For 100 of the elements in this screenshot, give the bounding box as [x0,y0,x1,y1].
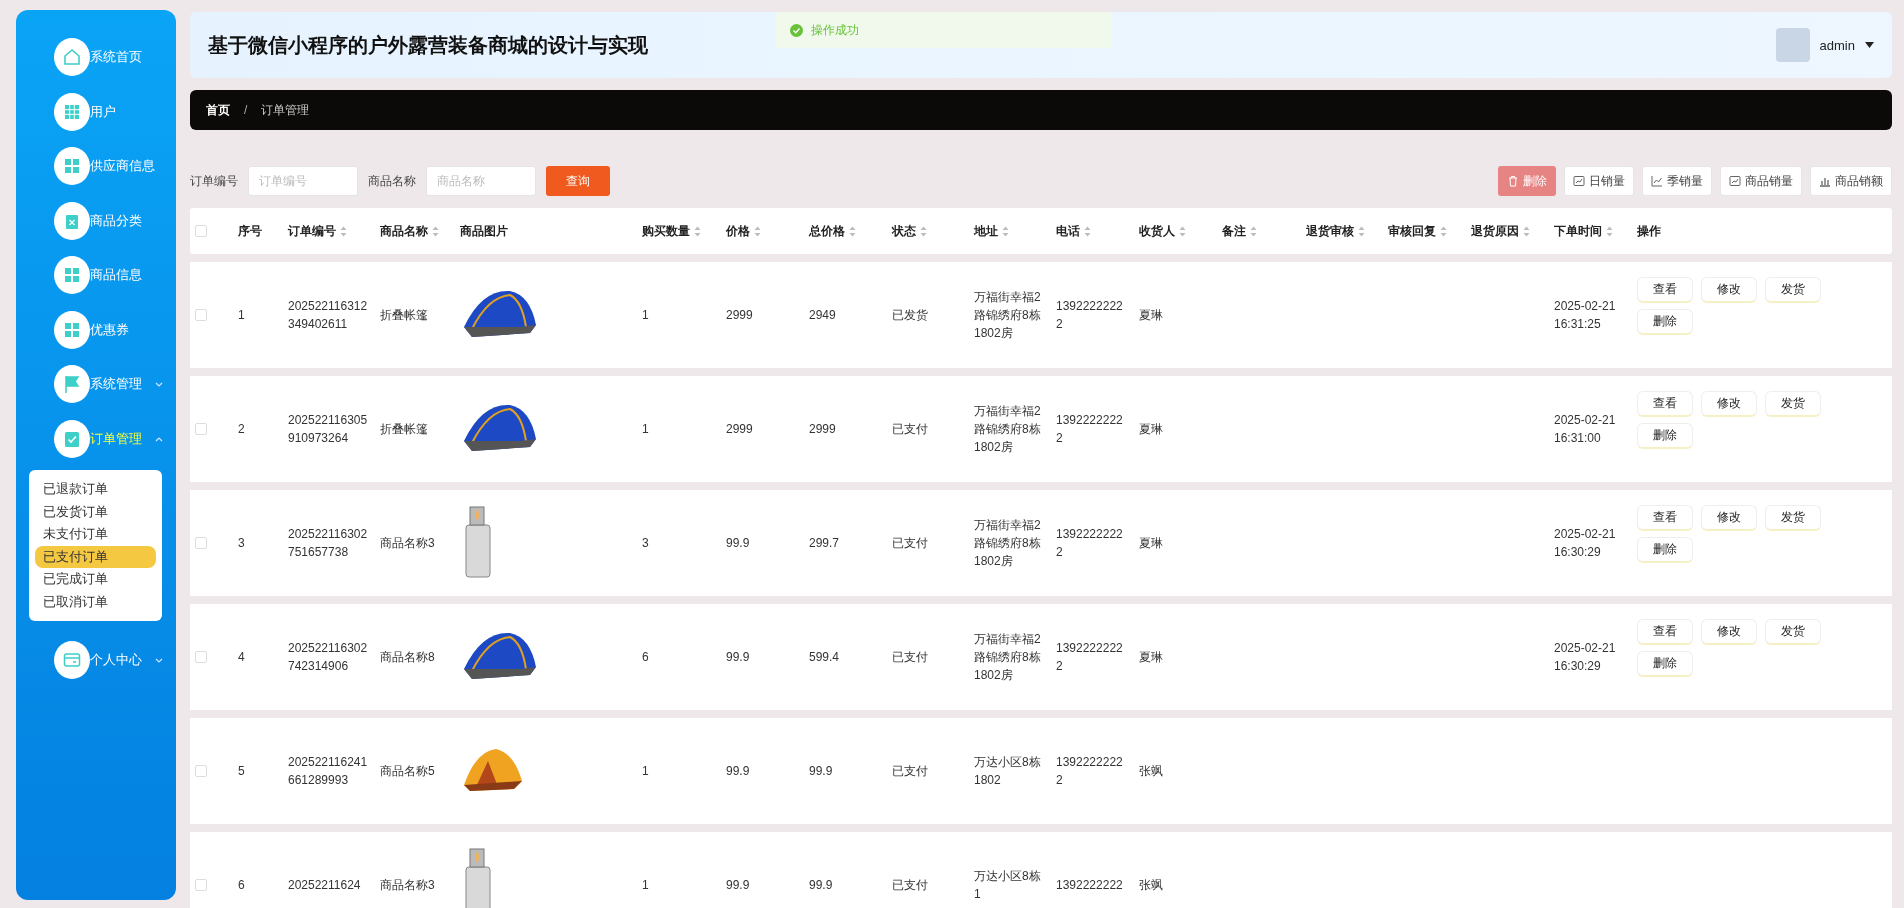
sort-icon[interactable] [1606,225,1613,237]
table-cell-text: 2025-02-21 16:30:29 [1553,640,1617,675]
home-icon [62,47,82,68]
avatar-placeholder [1775,28,1810,62]
action-button[interactable]: 修改 [1701,505,1757,531]
row-checkbox[interactable] [195,309,207,321]
action-button[interactable]: 查看 [1637,505,1693,531]
table-cell-text: 2999 [725,421,754,438]
sidebar-label: 系统首页 [90,48,143,67]
table-cell-text: 99.9 [725,649,751,666]
table-cell-text: 1 [641,307,650,324]
submenu-item[interactable]: 已支付订单 [35,545,156,568]
action-button[interactable]: 删除 [1637,423,1693,449]
submenu-item[interactable]: 已完成订单 [35,568,156,591]
sort-icon[interactable] [1440,225,1447,237]
bar-chart-icon [1819,175,1831,187]
sidebar-label: 订单管理 [90,429,143,448]
action-button[interactable]: 发货 [1765,277,1821,303]
submenu-item[interactable]: 已退款订单 [35,478,156,501]
action-button[interactable]: 查看 [1637,619,1693,645]
action-button[interactable]: 删除 [1637,651,1693,677]
caret-icon[interactable] [1865,42,1874,48]
sort-icon[interactable] [1250,225,1257,237]
row-checkbox[interactable] [195,765,207,777]
row-checkbox[interactable] [195,423,207,435]
sort-icon[interactable] [340,225,347,237]
action-button[interactable]: 查看 [1637,391,1693,417]
sort-icon[interactable] [432,225,439,237]
column-header: 地址 [974,222,998,240]
table-cell-text: 万达小区8栋1802 [973,754,1042,789]
toolbar-button[interactable]: 日销量 [1564,166,1634,196]
table-cell-text: 夏琳 [1138,535,1164,552]
row-checkbox[interactable] [195,879,207,891]
sidebar-item[interactable]: 个人中心 [16,633,176,688]
filter-input[interactable]: 商品名称 [426,166,536,196]
sort-icon[interactable] [694,225,701,237]
select-all-checkbox[interactable] [195,225,207,237]
action-button[interactable]: 修改 [1701,619,1757,645]
table-cell-text: 202522116312349402611 [287,298,369,333]
table-cell-text: 张飒 [1138,763,1164,780]
table-cell-text: 折叠帐篷 [379,307,429,324]
sort-icon[interactable] [1002,225,1009,237]
sort-icon[interactable] [754,225,761,237]
table-cell-text: 202522116241661289993 [287,754,369,789]
action-button[interactable]: 修改 [1701,391,1757,417]
table-cell-text: 商品名称3 [379,535,436,552]
table-cell-text: 6 [237,877,246,894]
sort-icon[interactable] [849,225,856,237]
filter-input[interactable]: 订单编号 [248,166,358,196]
table-cell-text: 2949 [808,307,837,324]
column-header: 商品名称 [380,222,428,240]
submenu-item[interactable]: 已发货订单 [35,500,156,523]
action-button[interactable]: 发货 [1765,391,1821,417]
breadcrumb-link[interactable]: 订单管理 [261,101,310,119]
toolbar-button[interactable]: 季销量 [1642,166,1712,196]
action-button[interactable]: 删除 [1637,309,1693,335]
table-cell-text: 2025-02-21 16:30:29 [1553,526,1617,561]
action-button[interactable]: 删除 [1637,537,1693,563]
toolbar-button[interactable]: 商品销额 [1810,166,1892,196]
sidebar-label: 商品信息 [90,266,143,285]
sort-icon[interactable] [1358,225,1365,237]
table-cell-text: 万福街幸福2路锦绣府8栋1802房 [973,403,1042,456]
flag-icon [62,374,82,395]
table-cell-text: 万福街幸福2路锦绣府8栋1802房 [973,631,1042,684]
trash-icon [1507,175,1519,187]
action-button[interactable]: 发货 [1765,505,1821,531]
action-button[interactable]: 查看 [1637,277,1693,303]
row-checkbox[interactable] [195,537,207,549]
row-checkbox[interactable] [195,651,207,663]
table-cell-text: 万福街幸福2路锦绣府8栋1802房 [973,517,1042,570]
table-cell-text: 1 [641,763,650,780]
submenu-item[interactable]: 未支付订单 [35,523,156,546]
table-cell-text: 已发货 [891,307,929,324]
check-circle-icon [790,23,803,37]
breadcrumb-link[interactable]: 首页 [206,101,230,119]
table-cell-text: 万福街幸福2路锦绣府8栋1802房 [973,289,1042,342]
sort-icon[interactable] [1523,225,1530,237]
action-button[interactable]: 发货 [1765,619,1821,645]
submenu-item[interactable]: 已取消订单 [35,590,156,613]
line-chart-icon [1651,175,1663,187]
table-cell-text: 4 [237,649,246,666]
table-cell-text: 已支付 [891,421,929,438]
action-button[interactable]: 修改 [1701,277,1757,303]
sort-icon[interactable] [1084,225,1091,237]
user-name[interactable]: admin [1819,37,1855,53]
column-header: 电话 [1056,222,1080,240]
sort-icon[interactable] [920,225,927,237]
table-cell-text: 已支付 [891,877,929,894]
sidebar-label: 用户 [90,102,117,121]
table-cell-text: 13922222222 [1055,754,1124,789]
toolbar-button[interactable]: 商品销量 [1720,166,1802,196]
sort-icon[interactable] [1179,225,1186,237]
table-cell-text: 已支付 [891,649,929,666]
table-cell-text: 商品名称8 [379,649,436,666]
column-header: 退货审核 [1306,222,1354,240]
table-cell-text: 3 [237,535,246,552]
table-cell-text: 夏琳 [1138,649,1164,666]
sidebar-label: 个人中心 [90,651,143,670]
table-cell-text: 万达小区8栋1 [973,868,1042,903]
app-title: 基于微信小程序的户外露营装备商城的设计与实现 [208,32,648,58]
